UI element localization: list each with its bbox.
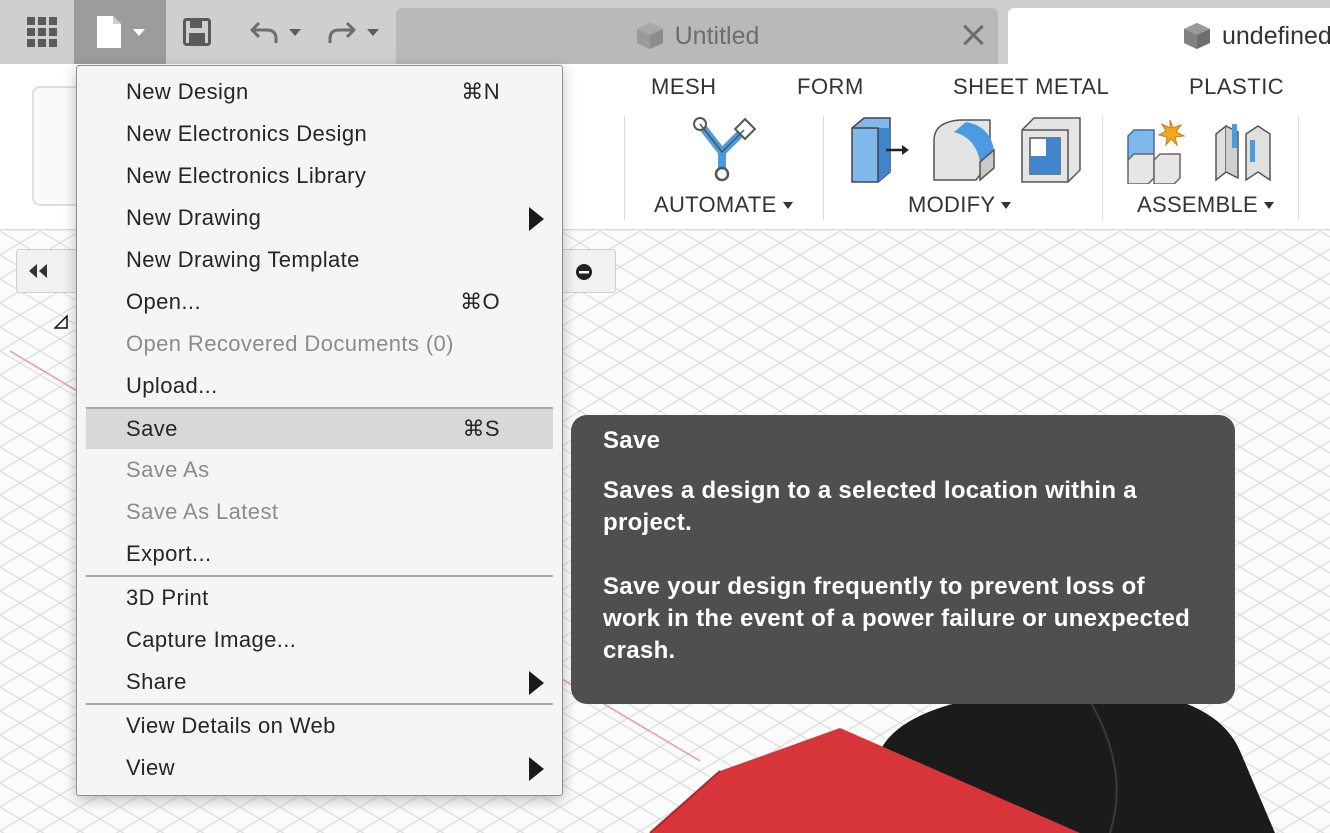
file-menu: New Design ⌘N New Electronics Design New …	[76, 65, 563, 796]
submenu-arrow-icon	[529, 671, 544, 695]
redo-button[interactable]	[318, 0, 388, 64]
tab-plastic[interactable]: PLASTIC	[1189, 74, 1284, 100]
fillet-icon[interactable]	[930, 116, 998, 184]
menu-item-label: Save As Latest	[126, 499, 279, 524]
menu-item-new-electronics-design[interactable]: New Electronics Design	[77, 113, 562, 155]
group-label: AUTOMATE	[654, 192, 777, 217]
press-pull-icon[interactable]	[846, 116, 910, 184]
assemble-dropdown[interactable]: ASSEMBLE	[1137, 192, 1275, 218]
tab-sheet-metal[interactable]: SHEET METAL	[953, 74, 1109, 100]
menu-item-label: New Drawing Template	[126, 247, 360, 272]
menu-item-label: View Details on Web	[126, 713, 336, 738]
menu-item-label: Save As	[126, 457, 210, 482]
menu-item-save-as: Save As	[77, 449, 562, 491]
save-toolbar-button[interactable]	[168, 0, 226, 64]
group-label: MODIFY	[908, 192, 996, 217]
automate-dropdown[interactable]: AUTOMATE	[654, 192, 793, 218]
application-bar: Untitled undefined	[0, 0, 1330, 64]
menu-item-share[interactable]: Share	[77, 661, 562, 703]
menu-item-open[interactable]: Open... ⌘O	[77, 281, 562, 323]
menu-item-save-as-latest: Save As Latest	[77, 491, 562, 533]
shell-icon[interactable]	[1018, 116, 1084, 184]
undo-button[interactable]	[240, 0, 310, 64]
menu-item-view-details-on-web[interactable]: View Details on Web	[77, 705, 562, 747]
tab-label: Untitled	[674, 21, 760, 50]
tab-mesh[interactable]: MESH	[651, 74, 717, 100]
group-label: ASSEMBLE	[1137, 192, 1259, 217]
shortcut-label: ⌘O	[460, 289, 500, 314]
menu-item-label: Save	[126, 416, 178, 441]
collapse-icon[interactable]	[27, 264, 49, 278]
menu-item-label: New Drawing	[126, 205, 262, 230]
submenu-arrow-icon	[529, 757, 544, 781]
tooltip-detail: Save your design frequently to prevent l…	[603, 573, 1191, 664]
menu-item-label: Upload...	[126, 373, 218, 398]
document-tab-untitled[interactable]: Untitled	[396, 8, 998, 64]
menu-item-label: Share	[126, 669, 187, 694]
menu-item-label: View	[126, 755, 175, 780]
automate-icon[interactable]	[690, 116, 760, 184]
caret-down-icon	[782, 201, 793, 209]
submenu-arrow-icon	[529, 207, 544, 231]
menu-item-label: 3D Print	[126, 585, 209, 610]
tooltip-description: Saves a design to a selected location wi…	[603, 477, 1137, 536]
joint-icon[interactable]	[1212, 120, 1274, 182]
chevron-down-icon	[133, 28, 145, 36]
minus-circle-icon[interactable]	[575, 263, 593, 281]
menu-item-capture-image[interactable]: Capture Image...	[77, 619, 562, 661]
app-grid-button[interactable]	[12, 0, 72, 64]
menu-item-label: New Design	[126, 79, 249, 104]
modify-dropdown[interactable]: MODIFY	[908, 192, 1012, 218]
tab-label: undefined	[1222, 21, 1330, 50]
cube-icon	[1184, 23, 1210, 49]
menu-item-new-drawing[interactable]: New Drawing	[77, 197, 562, 239]
caret-down-icon	[1001, 201, 1012, 209]
chevron-down-icon	[289, 28, 301, 36]
menu-item-label: Export...	[126, 541, 212, 566]
group-divider	[1298, 116, 1299, 220]
group-divider	[1102, 116, 1103, 220]
corner-marker-icon	[54, 315, 68, 329]
new-component-icon[interactable]	[1124, 116, 1194, 184]
menu-item-new-electronics-library[interactable]: New Electronics Library	[77, 155, 562, 197]
caret-down-icon	[1264, 201, 1275, 209]
grid-icon	[27, 17, 57, 47]
menu-item-label: Open...	[126, 289, 201, 314]
shortcut-label: ⌘N	[461, 79, 500, 104]
menu-item-save[interactable]: Save ⌘S	[86, 407, 553, 449]
menu-item-export[interactable]: Export...	[77, 533, 562, 575]
group-divider	[624, 116, 625, 220]
file-icon	[97, 16, 121, 48]
redo-icon	[328, 21, 356, 43]
chevron-down-icon	[367, 28, 379, 36]
tooltip-title: Save	[603, 427, 661, 454]
tab-form[interactable]: FORM	[797, 74, 864, 100]
cube-icon	[636, 23, 663, 49]
shortcut-label: ⌘S	[462, 416, 500, 441]
undo-icon	[250, 21, 278, 43]
file-menu-button[interactable]	[74, 0, 166, 64]
menu-item-open-recovered: Open Recovered Documents (0)	[77, 323, 562, 365]
document-tab-active[interactable]: undefined	[1008, 8, 1330, 64]
menu-item-new-design[interactable]: New Design ⌘N	[77, 71, 562, 113]
menu-item-label: Open Recovered Documents (0)	[126, 331, 454, 356]
menu-item-new-drawing-template[interactable]: New Drawing Template	[77, 239, 562, 281]
close-icon[interactable]	[960, 22, 986, 48]
menu-item-label: Capture Image...	[126, 627, 297, 652]
floppy-disk-icon	[183, 18, 211, 46]
save-tooltip: Save Saves a design to a selected locati…	[571, 415, 1235, 704]
menu-item-3d-print[interactable]: 3D Print	[77, 577, 562, 619]
menu-item-upload[interactable]: Upload...	[77, 365, 562, 407]
menu-item-label: New Electronics Library	[126, 163, 367, 188]
group-divider	[823, 116, 824, 220]
menu-item-view[interactable]: View	[77, 747, 562, 789]
menu-item-label: New Electronics Design	[126, 121, 368, 146]
